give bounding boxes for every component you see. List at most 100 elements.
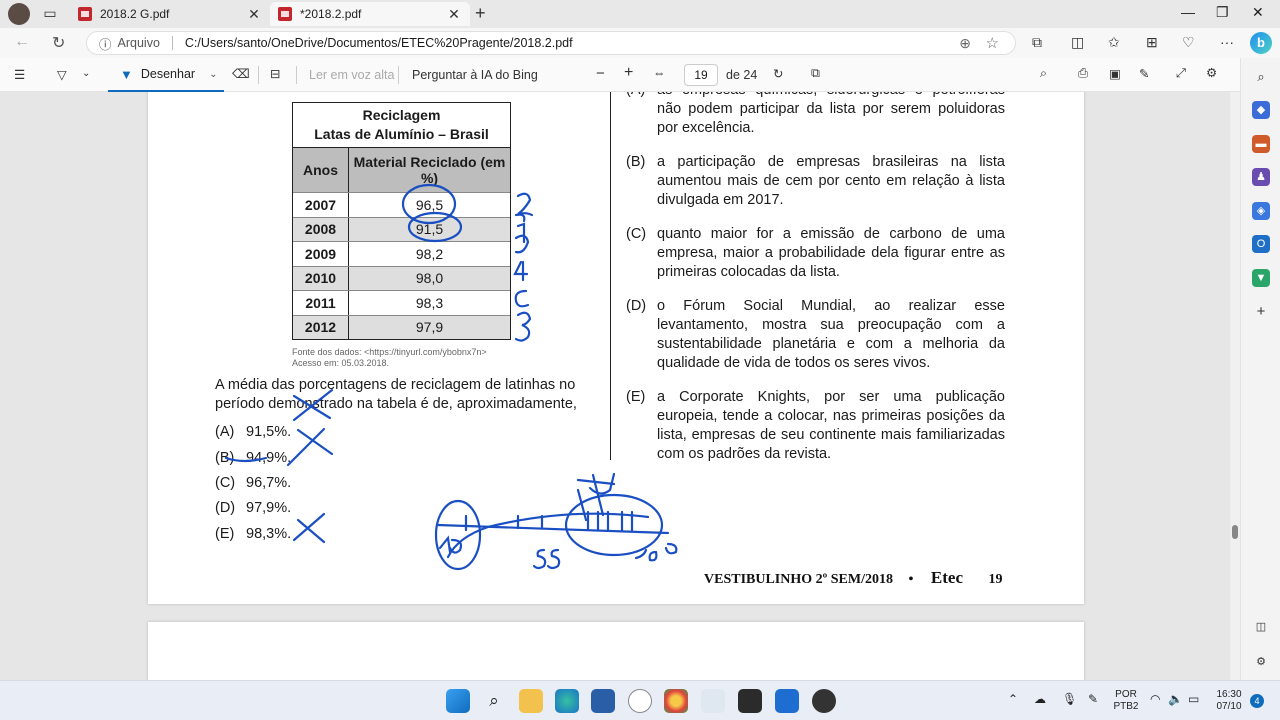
zoom-out-icon[interactable]: − bbox=[596, 65, 605, 82]
tab-actions-icon[interactable]: ▭ bbox=[40, 5, 60, 23]
store-icon[interactable] bbox=[591, 689, 615, 713]
sidebar-toggle-icon[interactable]: ◫ bbox=[1252, 618, 1270, 636]
battery-icon[interactable]: ▭ bbox=[1188, 693, 1199, 705]
chevron-up-icon[interactable]: ⌃ bbox=[1008, 693, 1018, 705]
cloud-icon[interactable]: ☁ bbox=[1034, 693, 1046, 705]
profile-avatar[interactable] bbox=[8, 3, 30, 25]
contents-icon[interactable]: ☰ bbox=[14, 67, 25, 82]
fullscreen-icon[interactable]: ⤢ bbox=[1176, 66, 1186, 81]
draw-pen-icon: ▼ bbox=[120, 66, 133, 82]
edge-icon[interactable] bbox=[555, 689, 579, 713]
column-divider bbox=[610, 92, 611, 460]
date: 07/10 bbox=[1216, 701, 1242, 712]
back-icon[interactable]: ← bbox=[14, 33, 30, 51]
scrollbar-thumb[interactable] bbox=[1232, 525, 1238, 539]
clock[interactable]: 16:30 07/10 bbox=[1212, 689, 1246, 713]
bing-copilot-icon[interactable]: b bbox=[1250, 32, 1272, 54]
maximize-icon[interactable]: ❐ bbox=[1216, 4, 1229, 21]
pdf-viewer[interactable]: Reciclagem Latas de Alumínio – Brasil An… bbox=[0, 92, 1240, 680]
language-indicator[interactable]: POR PTB2 bbox=[1112, 689, 1140, 713]
url-text[interactable]: C:/Users/santo/OneDrive/Documentos/ETEC%… bbox=[185, 36, 573, 50]
drop-icon[interactable]: ▼ bbox=[1252, 269, 1270, 287]
table-caption: Reciclagem Latas de Alumínio – Brasil bbox=[293, 103, 510, 148]
source-line: Fonte dos dados: <https://tinyurl.com/yb… bbox=[292, 347, 487, 357]
start-icon[interactable] bbox=[446, 689, 470, 713]
search-icon[interactable]: ⌕ bbox=[1040, 66, 1047, 81]
scrollbar[interactable] bbox=[1230, 92, 1240, 680]
address-bar[interactable]: ⓘ Arquivo C:/Users/santo/OneDrive/Docume… bbox=[86, 31, 1016, 55]
option-e: (E) 98,3%. bbox=[215, 526, 291, 542]
browser-essentials-icon[interactable]: ♡ bbox=[1182, 34, 1195, 51]
read-aloud-button[interactable]: Ler em voz alta bbox=[309, 68, 394, 82]
split-screen-icon[interactable]: ◫ bbox=[1071, 34, 1084, 51]
collections-icon[interactable]: ⊞ bbox=[1146, 34, 1158, 51]
dell-icon[interactable] bbox=[628, 689, 652, 713]
chevron-down-icon[interactable]: ⌄ bbox=[209, 69, 217, 80]
favorite-star-icon[interactable]: ☆ bbox=[986, 34, 999, 52]
extensions-icon[interactable]: ⧉ bbox=[1032, 34, 1042, 51]
table-row: 2009 98,2 bbox=[293, 241, 510, 266]
search-icon[interactable]: ⌕ bbox=[1252, 68, 1270, 86]
time: 16:30 bbox=[1216, 689, 1242, 700]
tab-2018-2[interactable]: *2018.2.pdf ✕ bbox=[270, 2, 470, 26]
more-icon[interactable]: ··· bbox=[1220, 34, 1234, 50]
close-tab-icon[interactable]: ✕ bbox=[446, 6, 462, 23]
tab-2018-2-g[interactable]: 2018.2 G.pdf ✕ bbox=[70, 2, 270, 26]
page-view-icon[interactable]: ⧉ bbox=[811, 66, 820, 81]
divider bbox=[171, 36, 173, 50]
favorites-icon[interactable]: ✩ bbox=[1108, 34, 1120, 51]
outlook-icon[interactable]: O bbox=[1252, 235, 1270, 253]
fit-width-icon[interactable]: ⇔ bbox=[653, 66, 666, 80]
ink-ticks bbox=[464, 510, 634, 532]
page-footer: VESTIBULINHO 2º SEM/2018 • Etec 19 bbox=[704, 568, 1003, 588]
layout: PTB2 bbox=[1113, 701, 1139, 712]
pen-icon[interactable]: ✎ bbox=[1088, 693, 1098, 705]
info-icon[interactable]: ⓘ bbox=[99, 34, 112, 53]
save-as-icon[interactable]: ✎ bbox=[1139, 66, 1149, 81]
chrome-icon[interactable] bbox=[664, 689, 688, 713]
ink-line bbox=[446, 512, 650, 559]
draw-button[interactable]: ▼ Desenhar ⌄ bbox=[108, 58, 224, 92]
zoom-in-icon[interactable]: + bbox=[624, 64, 633, 82]
refresh-icon[interactable]: ↻ bbox=[52, 33, 65, 53]
app-icon[interactable] bbox=[812, 689, 836, 713]
chevron-down-icon[interactable]: ⌄ bbox=[82, 68, 90, 79]
minimize-icon[interactable]: — bbox=[1181, 4, 1195, 20]
option-letter: (D) bbox=[215, 500, 236, 516]
rotate-icon[interactable]: ↻ bbox=[773, 66, 783, 81]
year-cell: 2008 bbox=[293, 217, 349, 241]
volume-icon[interactable]: 🔈 bbox=[1168, 693, 1183, 705]
games-icon[interactable]: ♟ bbox=[1252, 168, 1270, 186]
option-letter: (A) bbox=[626, 92, 645, 100]
option-text: a participação de empresas brasileiras n… bbox=[657, 154, 1005, 208]
save-icon[interactable]: ▣ bbox=[1109, 66, 1121, 81]
wifi-icon[interactable]: ◠ bbox=[1150, 693, 1160, 705]
option-letter: (C) bbox=[626, 226, 647, 242]
tools-icon[interactable]: ▬ bbox=[1252, 135, 1270, 153]
search-icon[interactable]: ⌕ bbox=[482, 689, 506, 713]
year-cell: 2010 bbox=[293, 266, 349, 290]
ink-circle bbox=[564, 493, 664, 557]
eraser-icon[interactable]: ⌫ bbox=[232, 66, 250, 81]
file-explorer-icon[interactable] bbox=[519, 689, 543, 713]
settings-icon[interactable]: ⚙ bbox=[1252, 653, 1270, 671]
shopping-icon[interactable]: ◆ bbox=[1252, 101, 1270, 119]
text-icon[interactable]: ⊟ bbox=[270, 66, 280, 81]
mail-icon[interactable] bbox=[775, 689, 799, 713]
notification-badge[interactable]: 4 bbox=[1250, 694, 1264, 708]
zoom-icon[interactable]: ⊕ bbox=[959, 35, 971, 52]
terminal-icon[interactable] bbox=[738, 689, 762, 713]
settings-icon[interactable]: ⚙ bbox=[1206, 65, 1217, 80]
close-window-icon[interactable]: ✕ bbox=[1252, 4, 1264, 21]
ask-bing-button[interactable]: Perguntar à IA do Bing bbox=[412, 68, 538, 82]
new-tab-icon[interactable]: + bbox=[475, 3, 486, 24]
highlight-icon[interactable]: ▽ bbox=[57, 67, 67, 82]
print-icon[interactable]: ⎙ bbox=[1078, 66, 1088, 81]
add-icon[interactable]: + bbox=[1252, 303, 1270, 321]
page-number-input[interactable]: 19 bbox=[684, 64, 718, 86]
microphone-icon[interactable]: 🎙 bbox=[1062, 693, 1077, 705]
notepad-icon[interactable] bbox=[701, 689, 725, 713]
footer-brand: Etec bbox=[930, 568, 963, 587]
close-tab-icon[interactable]: ✕ bbox=[246, 6, 262, 23]
microsoft-365-icon[interactable]: ◈ bbox=[1252, 202, 1270, 220]
